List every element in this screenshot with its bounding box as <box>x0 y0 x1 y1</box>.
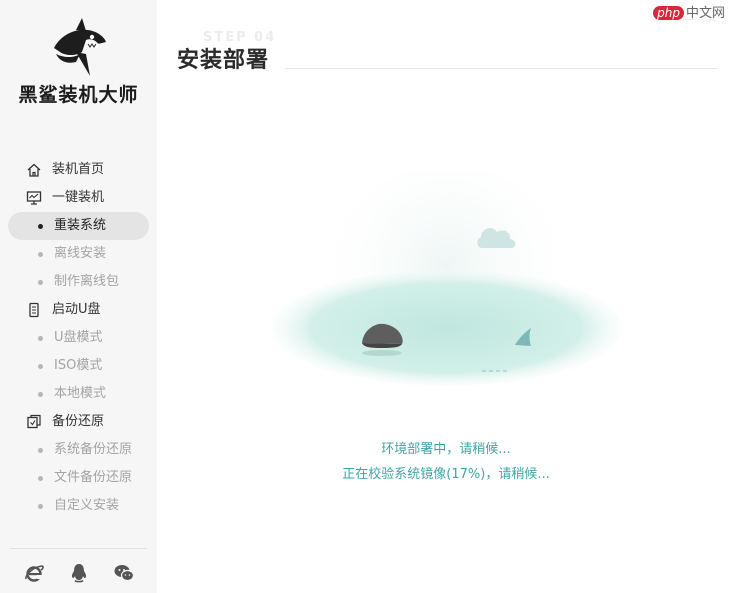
sidebar-subitem-make-offline-pack[interactable]: 制作离线包 <box>0 268 157 296</box>
sidebar-item-backup[interactable]: 备份还原 <box>0 408 157 436</box>
bullet-icon <box>38 252 43 257</box>
progress-message: 正在校验系统镜像(17%)，请稍候... <box>342 467 550 482</box>
sidebar-subitem-label: 制作离线包 <box>54 274 120 289</box>
sidebar-nav: 装机首页 一键装机 重装系统 离线安装 制作离线包 启动U盘 U盘模式 ISO模… <box>0 156 157 520</box>
sea-surface <box>272 270 622 386</box>
sidebar-subitem-label: 自定义安装 <box>54 498 120 513</box>
sidebar-divider <box>10 548 147 549</box>
site-watermark-badge: php 中文网 <box>649 2 729 22</box>
sidebar-item-home[interactable]: 装机首页 <box>0 156 157 184</box>
main-content: STEP 04 安装部署 — ✕ php中文网 <box>157 0 735 593</box>
sidebar-item-label: 一键装机 <box>52 190 105 205</box>
sidebar-subitem-label: 文件备份还原 <box>54 470 133 485</box>
sidebar-subitem-label: 系统备份还原 <box>54 442 133 457</box>
sidebar: 黑鲨装机大师 装机首页 一键装机 重装系统 离线安装 制作离线包 启动U盘 U盘… <box>0 0 157 593</box>
sidebar-subitem-iso-mode[interactable]: ISO模式 <box>0 352 157 380</box>
status-message: 环境部署中，请稍候... <box>381 442 511 457</box>
bullet-icon <box>38 336 43 341</box>
php-logo: php <box>653 6 684 20</box>
wechat-icon[interactable] <box>113 562 135 584</box>
sidebar-subitem-label: 重装系统 <box>54 218 107 233</box>
site-badge-text: 中文网 <box>685 6 725 21</box>
ie-browser-icon[interactable] <box>23 562 45 584</box>
sidebar-subitem-file-backup[interactable]: 文件备份还原 <box>0 464 157 492</box>
sidebar-item-oneclick[interactable]: 一键装机 <box>0 184 157 212</box>
sidebar-subitem-reinstall[interactable]: 重装系统 <box>8 212 149 240</box>
sidebar-subitem-usb-mode[interactable]: U盘模式 <box>0 324 157 352</box>
shark-logo-icon <box>53 18 106 76</box>
qq-penguin-icon[interactable] <box>68 562 90 584</box>
bullet-icon <box>38 392 43 397</box>
sidebar-item-label: 装机首页 <box>52 162 105 177</box>
sidebar-subitem-local-mode[interactable]: 本地模式 <box>0 380 157 408</box>
bullet-icon <box>38 280 43 285</box>
brand-name: 黑鲨装机大师 <box>18 84 139 106</box>
sidebar-footer <box>0 562 157 586</box>
bullet-icon <box>38 504 43 509</box>
sidebar-subitem-label: 离线安装 <box>54 246 107 261</box>
usb-drive-icon <box>29 302 39 318</box>
title-underline <box>285 68 717 69</box>
bullet-icon <box>38 448 43 453</box>
bullet-icon <box>38 364 43 369</box>
page-title: 安装部署 <box>177 48 270 73</box>
monitor-icon <box>26 191 42 205</box>
sidebar-subitem-label: U盘模式 <box>54 330 103 345</box>
backup-icon <box>27 414 41 429</box>
sidebar-subitem-offline-install[interactable]: 离线安装 <box>0 240 157 268</box>
logo <box>0 14 157 80</box>
sidebar-item-usb[interactable]: 启动U盘 <box>0 296 157 324</box>
sidebar-item-label: 启动U盘 <box>52 302 101 317</box>
sidebar-subitem-custom-install[interactable]: 自定义安装 <box>0 492 157 520</box>
sidebar-subitem-label: ISO模式 <box>54 358 103 373</box>
bullet-icon <box>38 224 43 229</box>
home-icon <box>27 163 41 177</box>
bullet-icon <box>38 476 43 481</box>
sidebar-item-label: 备份还原 <box>52 414 105 429</box>
sidebar-subitem-label: 本地模式 <box>54 386 107 401</box>
sea-illustration <box>272 170 622 415</box>
sidebar-subitem-system-backup[interactable]: 系统备份还原 <box>0 436 157 464</box>
